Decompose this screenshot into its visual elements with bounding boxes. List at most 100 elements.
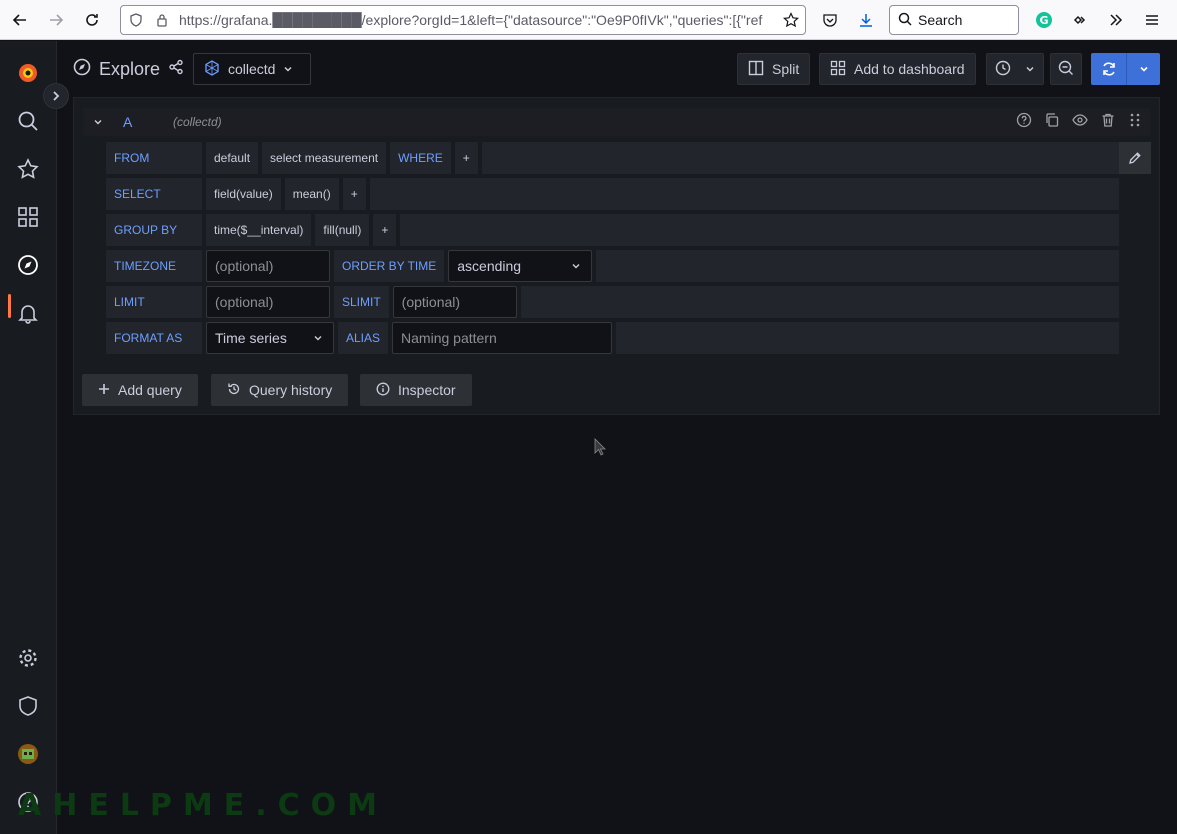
add-to-dashboard-button[interactable]: Add to dashboard [819, 53, 976, 85]
alias-input[interactable]: Naming pattern [392, 322, 613, 354]
url-text[interactable]: https://grafana.█████████/explore?orgId=… [173, 12, 777, 28]
pocket-icon[interactable] [814, 4, 846, 36]
eye-icon[interactable] [1072, 112, 1088, 133]
order-by-time-keyword: ORDER BY TIME [334, 250, 445, 282]
add-to-dashboard-label: Add to dashboard [854, 61, 965, 77]
browser-search-box[interactable]: Search [889, 5, 1019, 35]
search-icon[interactable] [14, 107, 42, 135]
format-as-select[interactable]: Time series [206, 322, 334, 354]
order-by-time-value: ascending [457, 258, 522, 274]
toggle-raw-query-button[interactable] [1119, 142, 1151, 174]
configuration-gear-icon[interactable] [14, 644, 42, 672]
extension-icon[interactable] [1064, 4, 1096, 36]
grammarly-icon[interactable]: G [1028, 4, 1060, 36]
aggregation-segment[interactable]: mean() [284, 178, 339, 210]
run-query-button[interactable] [1091, 53, 1160, 85]
timezone-keyword: TIMEZONE [106, 250, 202, 282]
browser-toolbar: https://grafana.█████████/explore?orgId=… [0, 0, 1177, 40]
svg-text:G: G [1039, 14, 1048, 27]
zoom-out-button[interactable] [1050, 53, 1082, 85]
timezone-row: TIMEZONE (optional) ORDER BY TIME ascend… [106, 250, 1119, 282]
explore-compass-icon[interactable] [14, 251, 42, 279]
time-interval-segment[interactable]: time($__interval) [206, 214, 312, 246]
history-icon [227, 382, 241, 399]
drag-handle-icon[interactable] [1128, 112, 1142, 133]
limit-keyword: LIMIT [106, 286, 202, 318]
from-keyword: FROM [106, 142, 202, 174]
bookmark-star-icon[interactable] [777, 12, 805, 28]
url-bar[interactable]: https://grafana.█████████/explore?orgId=… [120, 5, 806, 35]
field-segment[interactable]: field(value) [206, 178, 281, 210]
row-filler [616, 322, 1119, 354]
datasource-name: collectd [228, 61, 276, 77]
server-admin-shield-icon[interactable] [14, 692, 42, 720]
expand-menu-button[interactable] [43, 83, 69, 109]
share-icon[interactable] [168, 59, 184, 80]
grafana-logo-icon[interactable] [14, 59, 42, 87]
duplicate-icon[interactable] [1044, 112, 1060, 133]
starred-icon[interactable] [14, 155, 42, 183]
slimit-keyword: SLIMIT [334, 286, 389, 318]
measurement-segment[interactable]: select measurement [262, 142, 387, 174]
where-keyword: WHERE [390, 142, 451, 174]
explore-compass-icon [73, 58, 91, 81]
group-by-keyword: GROUP BY [106, 214, 202, 246]
chevron-down-icon[interactable] [93, 117, 103, 127]
query-datasource-hint: (collectd) [173, 115, 222, 129]
query-ref-id[interactable]: A [123, 114, 132, 130]
query-row-header[interactable]: A (collectd) [83, 108, 1150, 136]
chevron-down-icon[interactable] [1127, 64, 1160, 74]
page-title: Explore [73, 58, 184, 81]
limit-row: LIMIT (optional) SLIMIT (optional) [106, 286, 1119, 318]
format-row: FORMAT AS Time series ALIAS Naming patte… [106, 322, 1119, 354]
chevron-down-icon [571, 258, 581, 274]
forward-icon[interactable] [40, 4, 72, 36]
group-by-row: GROUP BY time($__interval) fill(null) + [106, 214, 1119, 246]
lock-icon[interactable] [151, 13, 173, 27]
trash-icon[interactable] [1100, 112, 1116, 133]
watermark: AHELPME.COM [18, 788, 389, 823]
from-row: FROM default select measurement WHERE + [106, 142, 1119, 174]
row-filler [400, 214, 1119, 246]
row-filler [520, 286, 1119, 318]
inspector-button[interactable]: Inspector [360, 374, 472, 406]
help-icon[interactable] [1016, 112, 1032, 133]
plus-icon [98, 382, 110, 398]
search-placeholder: Search [918, 12, 963, 28]
chevron-down-icon [313, 330, 323, 346]
add-select-button[interactable]: + [342, 178, 366, 210]
add-group-by-button[interactable]: + [373, 214, 397, 246]
row-filler [369, 178, 1119, 210]
alerting-bell-icon[interactable] [14, 299, 42, 327]
chevron-down-icon [283, 61, 293, 77]
row-filler [481, 142, 1119, 174]
timezone-input[interactable]: (optional) [206, 250, 330, 282]
influxdb-icon [204, 59, 220, 79]
download-icon[interactable] [850, 4, 882, 36]
slimit-input[interactable]: (optional) [392, 286, 517, 318]
hamburger-menu-icon[interactable] [1136, 4, 1168, 36]
query-editor-panel: A (collectd) FROM default select measure… [73, 97, 1160, 415]
retention-policy-segment[interactable]: default [206, 142, 259, 174]
overflow-chevrons-icon[interactable] [1100, 4, 1132, 36]
pencil-icon [1129, 152, 1141, 164]
page-title-text: Explore [99, 59, 161, 79]
add-query-button[interactable]: Add query [82, 374, 198, 406]
shield-icon[interactable] [125, 13, 147, 27]
order-by-time-select[interactable]: ascending [448, 250, 593, 282]
add-where-button[interactable]: + [454, 142, 478, 174]
alias-keyword: ALIAS [338, 322, 389, 354]
user-avatar[interactable] [14, 740, 42, 768]
format-as-value: Time series [215, 330, 287, 346]
datasource-picker[interactable]: collectd [193, 53, 311, 85]
query-history-button[interactable]: Query history [211, 374, 349, 406]
fill-segment[interactable]: fill(null) [315, 214, 370, 246]
query-history-label: Query history [249, 382, 333, 398]
back-icon[interactable] [4, 4, 36, 36]
dashboards-icon[interactable] [14, 203, 42, 231]
split-button[interactable]: Split [737, 53, 811, 85]
time-range-picker[interactable] [986, 53, 1044, 85]
limit-input[interactable]: (optional) [206, 286, 330, 318]
refresh-icon[interactable] [1091, 53, 1127, 85]
reload-icon[interactable] [76, 4, 108, 36]
